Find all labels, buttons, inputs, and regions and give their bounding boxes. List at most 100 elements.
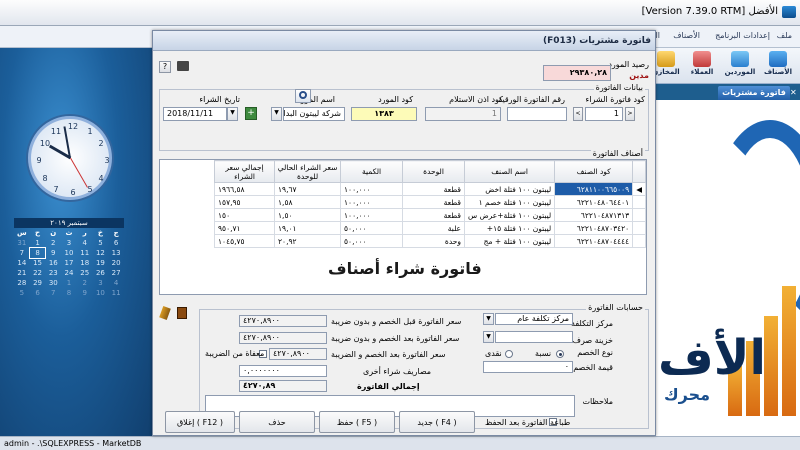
calendar-day[interactable]: 23: [45, 268, 61, 278]
calendar-day[interactable]: 10: [93, 288, 109, 298]
calendar-day[interactable]: 8: [61, 288, 77, 298]
calendar-day[interactable]: 11: [108, 288, 124, 298]
table-row[interactable]: ٦٢٢١٠٤٨٧٠٣٤٢٠ ليبتون ١٠٠ فتلة ١٥+ علبة ٥…: [214, 221, 646, 235]
row-indicator-icon: ◀: [632, 182, 646, 196]
calendar-day[interactable]: 4: [108, 278, 124, 288]
calendar-day[interactable]: 9: [45, 248, 61, 258]
discount-percent-radio[interactable]: [556, 350, 564, 358]
table-row[interactable]: ٦٢٢١٠٤٨٧١٣١٣ ليبتون ١٠٠ فتلة+عرض س قطعة …: [214, 208, 646, 222]
discount-cash-radio[interactable]: [505, 350, 513, 358]
table-row[interactable]: ٦٢٢١٠٤٨٧٠٤٤٤٤ ليبتون ١٠٠ فتلة + مج وحدة …: [214, 234, 646, 248]
menu-item-settings[interactable]: إعدادات البرنامج: [715, 31, 770, 40]
calendar-day[interactable]: 4: [77, 238, 93, 248]
supplier-name-dropdown[interactable]: ▼: [271, 107, 282, 121]
treasury-dropdown[interactable]: ▼: [483, 331, 494, 343]
ribbon-items-button[interactable]: الأصناف: [762, 50, 794, 82]
calendar-day[interactable]: 5: [14, 288, 30, 298]
supplier-code-input[interactable]: ١٣٨٣: [351, 107, 417, 121]
help-icon[interactable]: ?: [159, 61, 171, 73]
date-picker-button[interactable]: ▼: [227, 107, 238, 121]
calendar-day[interactable]: 22: [30, 268, 46, 278]
menu-item-file[interactable]: ملف: [777, 31, 792, 40]
calendar-day[interactable]: 29: [30, 278, 46, 288]
pencil-icon[interactable]: [159, 305, 171, 321]
cost-center-dropdown[interactable]: ▼: [483, 313, 494, 325]
calendar-day[interactable]: 5: [93, 238, 109, 248]
search-icon: [299, 91, 307, 99]
col-unit[interactable]: الوحدة: [402, 160, 466, 183]
calendar-day[interactable]: 17: [61, 258, 77, 268]
calendar-day[interactable]: 1: [30, 238, 46, 248]
calendar-day[interactable]: 19: [93, 258, 109, 268]
calendar-day[interactable]: 2: [45, 238, 61, 248]
prev-invoice-button[interactable]: <: [573, 107, 583, 121]
calendar-day[interactable]: 2: [77, 278, 93, 288]
calendar-day[interactable]: 30: [45, 278, 61, 288]
calendar-day[interactable]: 13: [108, 248, 124, 258]
calendar-day[interactable]: 28: [14, 278, 30, 288]
calendar-day[interactable]: 31: [14, 238, 30, 248]
col-item-code[interactable]: كود الصنف: [554, 160, 634, 183]
calendar-day[interactable]: 1: [61, 278, 77, 288]
col-quantity[interactable]: الكمية: [340, 160, 404, 183]
calendar-day[interactable]: 27: [108, 268, 124, 278]
items-table-header: كود الصنف اسم الصنف الوحدة الكمية سعر ال…: [214, 160, 646, 183]
new-button[interactable]: جديد ( F4 ): [399, 411, 475, 433]
delete-button[interactable]: حذف: [239, 411, 315, 433]
col-item-name[interactable]: اسم الصنف: [464, 160, 556, 183]
save-button[interactable]: حفظ ( F5 ): [319, 411, 395, 433]
col-total-price[interactable]: إجمالي سعر الشراء: [214, 160, 276, 183]
treasury-input[interactable]: [495, 331, 573, 343]
calendar-day[interactable]: 21: [14, 268, 30, 278]
calendar-day[interactable]: 8: [28, 247, 47, 259]
table-row[interactable]: ٦٢٢١٠٤٨٠٦٤٤٠١ ليبتون ١٠٠ فتلة خصم ١ قطعة…: [214, 195, 646, 209]
calendar-day[interactable]: 11: [77, 248, 93, 258]
calendar-day[interactable]: 3: [93, 278, 109, 288]
clapper-icon[interactable]: [177, 61, 189, 71]
boxes-icon: [769, 51, 787, 67]
close-tab-icon[interactable]: ✕: [790, 88, 800, 98]
cost-center-input[interactable]: مركز تكلفة عام: [495, 313, 573, 325]
calendar-day[interactable]: 20: [108, 258, 124, 268]
calendar-day[interactable]: 3: [61, 238, 77, 248]
close-button[interactable]: إغلاق ( F12 ): [165, 411, 235, 433]
col-unit-price[interactable]: سعر الشراء الحالي للوحدة: [274, 160, 342, 183]
ribbon-customers-button[interactable]: العملاء: [686, 50, 718, 82]
calendar-day[interactable]: 26: [93, 268, 109, 278]
calendar-day[interactable]: 12: [93, 248, 109, 258]
menu-item-items[interactable]: الأصناف: [673, 31, 700, 40]
ribbon-suppliers-button[interactable]: الموردين: [724, 50, 756, 82]
purchase-date-label: تاريخ الشراء: [199, 95, 240, 104]
calendar-day[interactable]: 7: [14, 248, 30, 258]
calendar-day[interactable]: 18: [77, 258, 93, 268]
calendar-day[interactable]: 15: [30, 258, 46, 268]
calendar-day[interactable]: 24: [61, 268, 77, 278]
people-icon: [693, 51, 711, 67]
discount-value-input[interactable]: ٠: [483, 361, 573, 373]
purchase-date-input[interactable]: 2018/11/11: [163, 107, 227, 121]
calendar-day[interactable]: 9: [77, 288, 93, 298]
calendar-day[interactable]: 7: [45, 288, 61, 298]
table-row[interactable]: ◀ ٦٢٨١١٠٠٦٦٥٠٠٩ ليبتون ١٠٠ فتلة اخض قطعة…: [214, 182, 646, 196]
calendar-day[interactable]: 10: [61, 248, 77, 258]
paper-invoice-no-input[interactable]: [507, 107, 567, 121]
calendar-day[interactable]: 16: [45, 258, 61, 268]
supplier-name-input[interactable]: شركة ليبتون البداك: [283, 107, 345, 121]
app-titlebar: الأفضل [Version 7.39.0 RTM]: [0, 0, 800, 26]
invoice-accounts-group-title: حسابات الفاتورة: [586, 303, 645, 312]
book-icon[interactable]: [177, 307, 187, 319]
brand-logo: الأف: [658, 330, 766, 386]
calendar-day[interactable]: 6: [30, 288, 46, 298]
calendar-grid: س ح ن ث ر خ ج 31 1 2 3 4 5 6 7 8 9 10 11 12 13 14 15 16 1…: [14, 228, 124, 298]
invoice-code-input[interactable]: 1: [585, 107, 623, 121]
purchase-invoice-window: فاتورة مشتريات (F013) ? رصيد المورد ٢٩٣٨…: [152, 30, 656, 436]
calendar-day[interactable]: 14: [14, 258, 30, 268]
other-expenses-input[interactable]: ٠,٠٠٠٠٠٠٠: [239, 365, 327, 377]
tab-purchase-invoice[interactable]: فاتورة مشتريات: [718, 86, 790, 100]
calendar-day[interactable]: 6: [108, 238, 124, 248]
next-invoice-button[interactable]: >: [625, 107, 635, 121]
calendar-day[interactable]: 25: [77, 268, 93, 278]
add-supplier-button[interactable]: +: [245, 107, 257, 120]
status-bar: admin - .\SQLEXPRESS - MarketDB: [0, 436, 800, 450]
supplier-search-button[interactable]: [295, 89, 311, 103]
